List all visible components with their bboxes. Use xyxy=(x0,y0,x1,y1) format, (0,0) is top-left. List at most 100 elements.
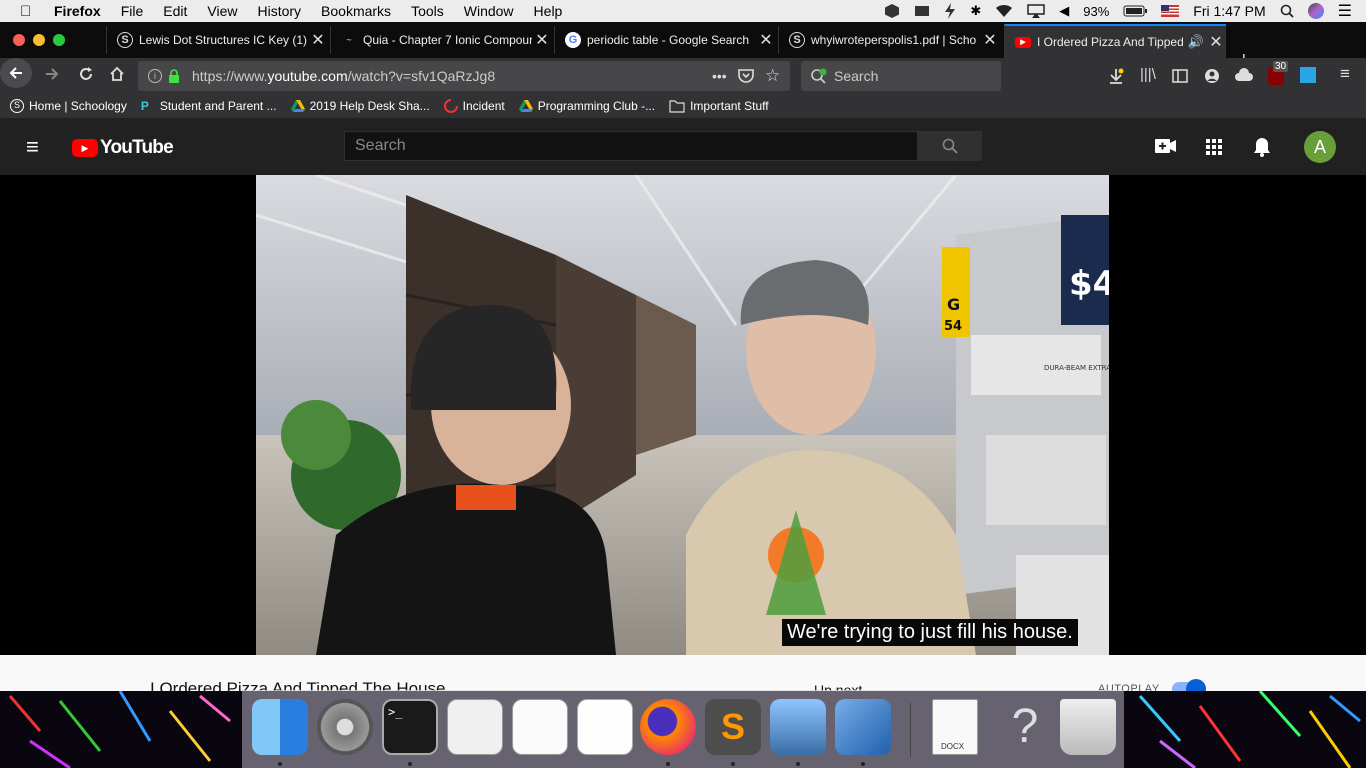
video-frame[interactable]: $4 G 54 DURA-BEAM EXTRA We're trying to … xyxy=(256,175,1109,655)
extension-cloud-icon[interactable] xyxy=(1235,68,1253,82)
bookmark-programming-club[interactable]: Programming Club -... xyxy=(518,99,655,113)
tab-youtube-video[interactable]: ▶ I Ordered Pizza And Tipped 🔊 ✕ xyxy=(1004,24,1226,58)
dock-sublime-text[interactable]: S xyxy=(705,699,761,755)
back-button[interactable] xyxy=(0,58,32,88)
bookmark-label: Student and Parent ... xyxy=(159,99,277,113)
dock-script-editor[interactable] xyxy=(447,699,503,755)
running-indicator xyxy=(408,762,412,766)
youtube-play-icon: ▶ xyxy=(72,139,98,157)
tab-persepolis-pdf[interactable]: S whyiwroteperspolis1.pdf | Scho ✕ xyxy=(778,26,1000,54)
video-player[interactable]: $4 G 54 DURA-BEAM EXTRA We're trying to … xyxy=(0,175,1366,655)
dock-preview[interactable] xyxy=(770,699,826,755)
notification-center-icon[interactable]: ☰ xyxy=(1338,1,1352,21)
url-text[interactable]: https://www.youtube.com/watch?v=sfv1QaRz… xyxy=(192,68,495,84)
downloads-icon[interactable] xyxy=(1108,68,1124,84)
schoology-icon: S xyxy=(789,32,805,48)
youtube-search-placeholder: Search xyxy=(355,137,406,154)
cube-icon[interactable] xyxy=(884,3,900,19)
search-bar[interactable]: Search xyxy=(801,61,1001,91)
menu-edit[interactable]: Edit xyxy=(163,3,187,19)
menu-hamburger-icon[interactable]: ≡ xyxy=(1340,64,1350,84)
us-flag-icon[interactable] xyxy=(1161,5,1180,17)
home-button[interactable] xyxy=(109,66,125,87)
dock-terminal[interactable]: >_ xyxy=(382,699,438,755)
dock-system-preferences[interactable] xyxy=(317,699,373,755)
minimize-window-button[interactable] xyxy=(33,34,45,46)
youtube-logo[interactable]: ▶ YouTube xyxy=(72,137,174,159)
notifications-bell-icon[interactable] xyxy=(1253,137,1271,157)
menu-file[interactable]: File xyxy=(121,3,144,19)
menu-firefox[interactable]: Firefox xyxy=(54,3,101,19)
drive-status-icon[interactable] xyxy=(914,4,930,18)
close-tab-icon[interactable]: ✕ xyxy=(756,30,776,50)
dock-finder[interactable] xyxy=(252,699,308,755)
bookmark-incident[interactable]: Incident xyxy=(443,99,505,113)
close-tab-icon[interactable]: ✕ xyxy=(532,30,552,50)
wifi-icon[interactable] xyxy=(995,4,1013,18)
youtube-search-button[interactable] xyxy=(918,131,982,161)
siri-icon[interactable] xyxy=(1307,3,1324,19)
account-icon[interactable] xyxy=(1204,68,1220,84)
bookmark-important-stuff[interactable]: Important Stuff xyxy=(669,99,769,113)
speaker-icon[interactable]: 🔊 xyxy=(1188,34,1204,50)
airplay-icon[interactable] xyxy=(1027,4,1046,18)
apps-grid-icon[interactable] xyxy=(1206,139,1222,155)
info-icon[interactable]: i xyxy=(148,69,162,83)
create-video-icon[interactable] xyxy=(1155,139,1177,153)
avatar[interactable]: A xyxy=(1304,131,1336,163)
forward-button[interactable] xyxy=(44,66,60,87)
menu-window[interactable]: Window xyxy=(464,3,514,19)
dock-textedit[interactable] xyxy=(512,699,568,755)
menu-view[interactable]: View xyxy=(207,3,237,19)
dock-docx-file[interactable]: DOCX xyxy=(932,699,978,755)
sidebar-icon[interactable] xyxy=(1172,68,1188,84)
menu-tools[interactable]: Tools xyxy=(411,3,444,19)
watch-info-strip: I Ordered Pizza And Tipped The House Up … xyxy=(0,655,1366,699)
close-tab-icon[interactable]: ✕ xyxy=(980,30,1000,50)
battery-icon[interactable] xyxy=(1123,5,1148,17)
bookmark-student-parent[interactable]: P Student and Parent ... xyxy=(141,99,277,113)
youtube-search-input[interactable]: Search xyxy=(344,131,918,161)
tab-periodic-table[interactable]: G periodic table - Google Search ✕ xyxy=(554,26,776,54)
tab-quia[interactable]: ~ Quia - Chapter 7 Ionic Compour ✕ xyxy=(330,26,552,54)
aisle-letter: G xyxy=(947,295,960,314)
nav-bar: i https://www.youtube.com/watch?v=sfv1Qa… xyxy=(0,58,1366,94)
menu-history[interactable]: History xyxy=(257,3,301,19)
dock-unknown-app[interactable]: ? xyxy=(997,699,1053,755)
ublock-badge: 30 xyxy=(1273,61,1289,72)
lock-icon[interactable] xyxy=(168,69,180,83)
bookmark-help-desk[interactable]: 2019 Help Desk Sha... xyxy=(290,99,430,113)
spotlight-icon[interactable] xyxy=(1280,4,1294,18)
menu-bookmarks[interactable]: Bookmarks xyxy=(321,3,391,19)
close-window-button[interactable] xyxy=(13,34,25,46)
clock[interactable]: Fri 1:47 PM xyxy=(1193,3,1265,19)
reload-button[interactable] xyxy=(78,66,94,87)
pocket-icon[interactable] xyxy=(738,69,754,83)
tab-strip: S Lewis Dot Structures IC Key (1) ✕ ~ Qu… xyxy=(0,22,1366,71)
page-actions-icon[interactable]: ••• xyxy=(712,68,727,84)
dock-firefox[interactable] xyxy=(640,699,696,755)
volume-icon[interactable]: ◀ xyxy=(1059,3,1069,19)
bluetooth-icon[interactable]: ✱ xyxy=(970,3,981,19)
menu-help[interactable]: Help xyxy=(534,3,563,19)
close-tab-icon[interactable]: ✕ xyxy=(308,30,328,50)
extension-blue-icon[interactable] xyxy=(1300,67,1316,83)
dock-notes[interactable] xyxy=(577,699,633,755)
tab-lewis-dot[interactable]: S Lewis Dot Structures IC Key (1) ✕ xyxy=(106,26,328,54)
bookmark-home-schoology[interactable]: S Home | Schoology xyxy=(10,99,127,113)
dock-virtualbox[interactable] xyxy=(835,699,891,755)
guide-menu-icon[interactable]: ≡ xyxy=(26,134,39,160)
docx-label: DOCX xyxy=(941,742,965,751)
apple-icon[interactable]:  xyxy=(20,3,38,20)
bookmark-star-icon[interactable]: ☆ xyxy=(765,66,780,86)
running-indicator xyxy=(796,762,800,766)
power-icon[interactable] xyxy=(944,3,956,19)
library-icon[interactable]: |||\ xyxy=(1140,66,1156,83)
reload-icon xyxy=(80,67,92,80)
zoom-window-button[interactable] xyxy=(53,34,65,46)
close-tab-icon[interactable]: ✕ xyxy=(1206,32,1226,52)
bookmarks-bar: S Home | Schoology P Student and Parent … xyxy=(0,94,1366,118)
dock-trash[interactable] xyxy=(1060,699,1116,755)
youtube-logo-text: YouTube xyxy=(100,137,174,158)
url-bar[interactable]: i https://www.youtube.com/watch?v=sfv1Qa… xyxy=(138,61,790,91)
